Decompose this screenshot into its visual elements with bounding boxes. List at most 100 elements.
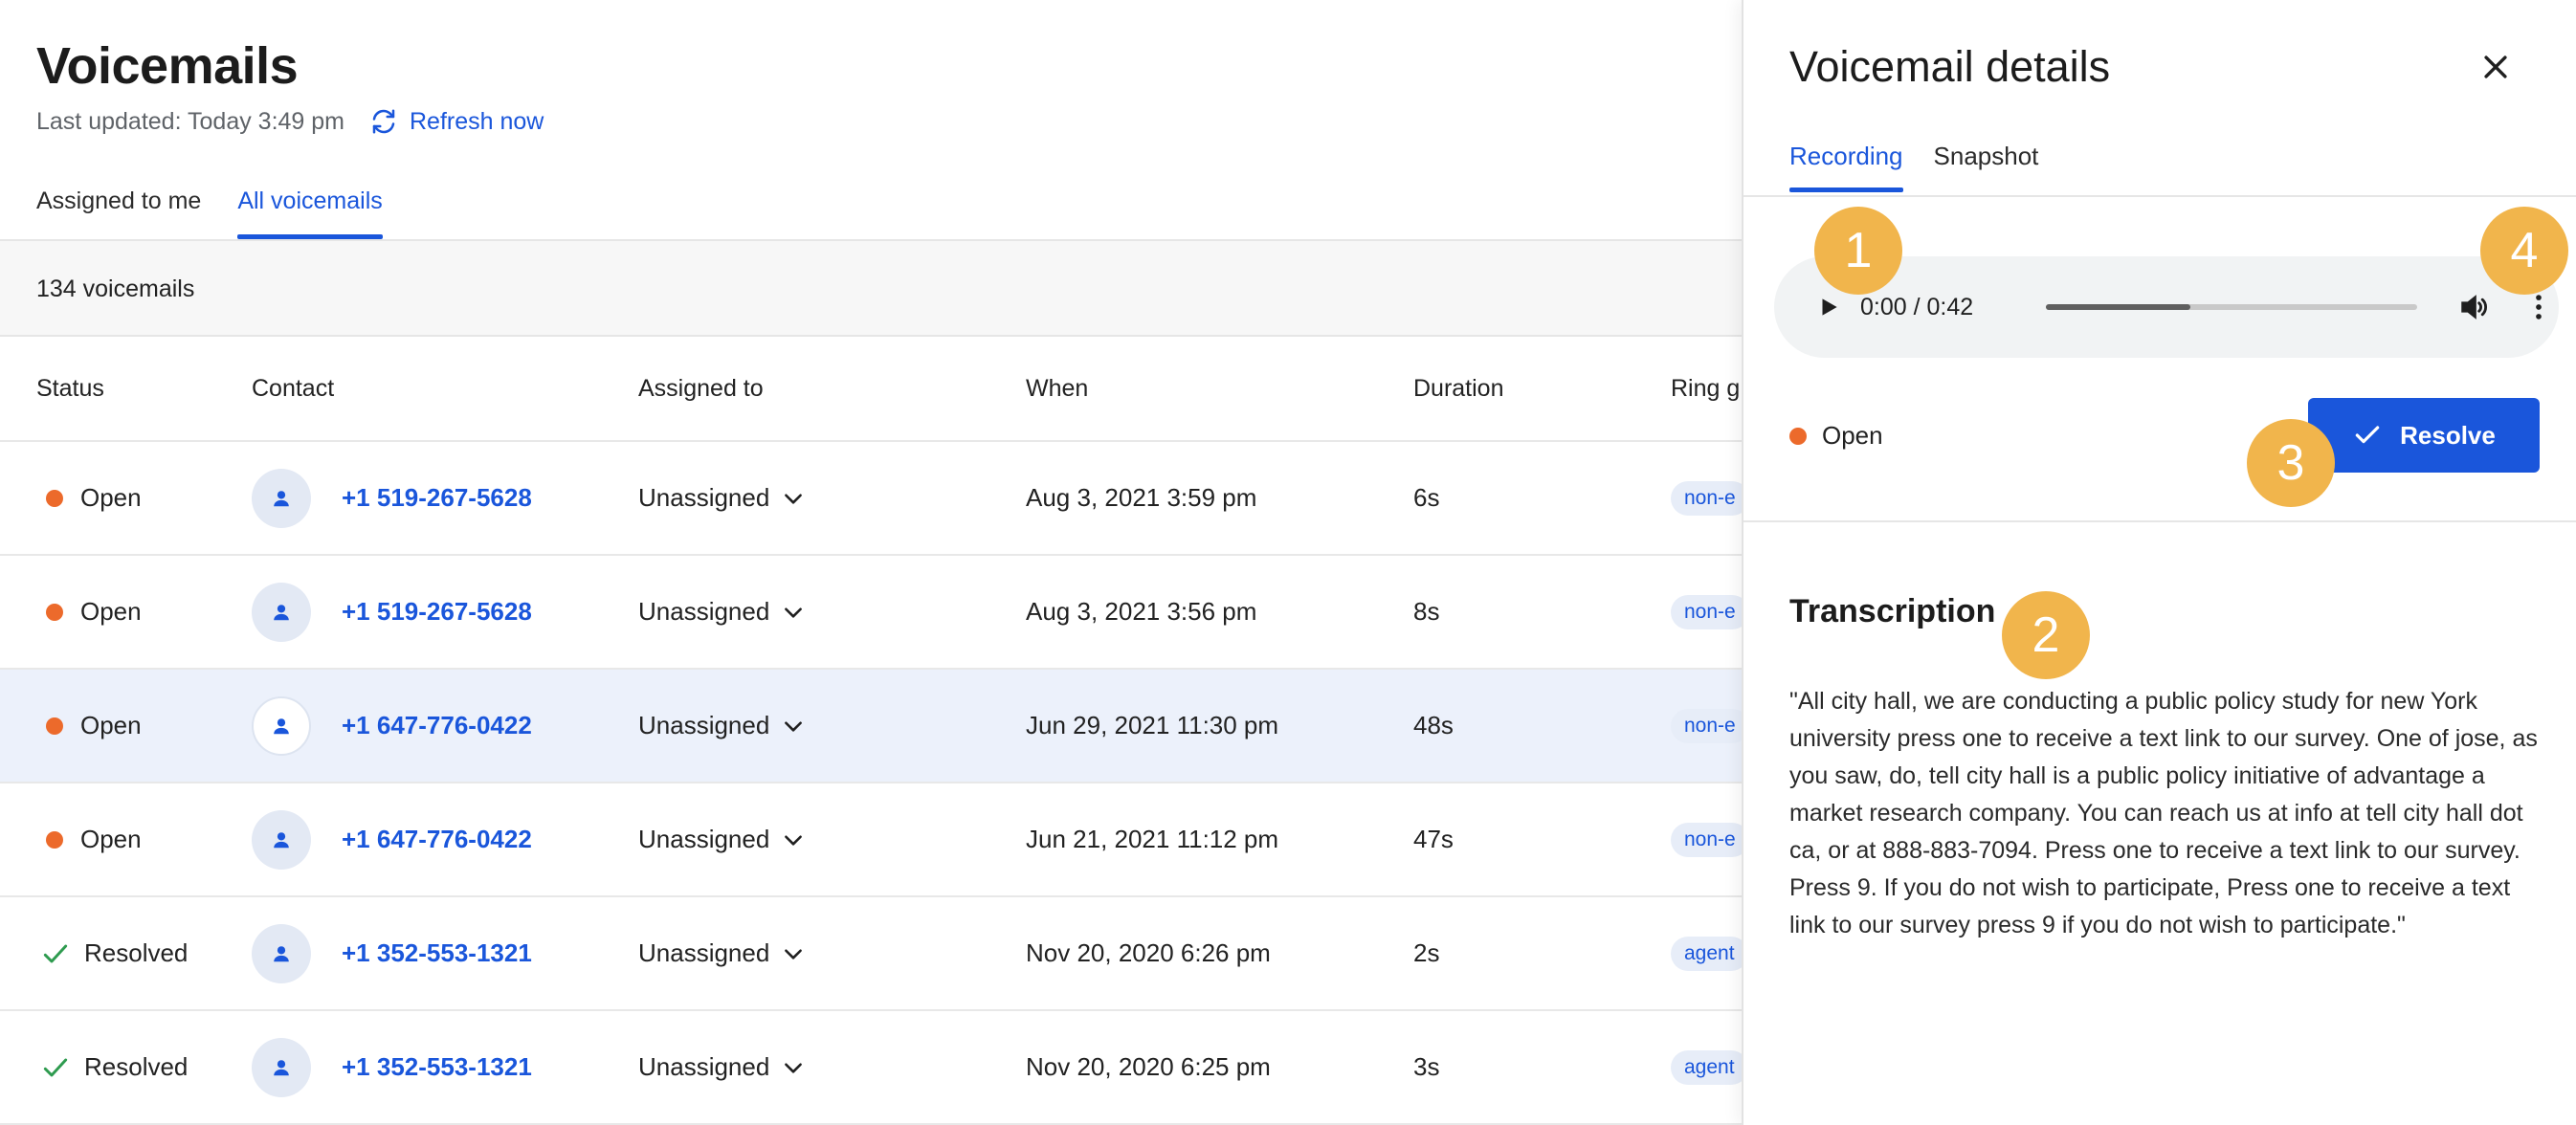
status-cell: Open xyxy=(36,556,142,668)
ring-group-chip: non-e xyxy=(1671,708,1742,743)
contact-cell: +1 647-776-0422 xyxy=(252,670,532,782)
refresh-now-label: Refresh now xyxy=(410,107,544,135)
status-cell: Resolved xyxy=(36,897,188,1009)
assigned-to-dropdown[interactable]: Unassigned xyxy=(638,897,806,1009)
column-header-duration[interactable]: Duration xyxy=(1413,337,1504,440)
play-icon[interactable] xyxy=(1816,295,1841,320)
assigned-to-dropdown[interactable]: Unassigned xyxy=(638,556,806,668)
contact-avatar xyxy=(252,468,311,528)
person-icon xyxy=(274,604,289,620)
status-label: Resolved xyxy=(84,1052,189,1081)
column-header-status[interactable]: Status xyxy=(36,337,104,440)
chevron-down-icon xyxy=(785,493,803,504)
contact-avatar xyxy=(252,923,311,983)
status-label: Open xyxy=(80,483,142,512)
table-row[interactable]: Open +1 647-776-0422 Unassigned Jun 21, 202… xyxy=(0,783,1742,897)
table-row[interactable]: Resolved +1 352-553-1321 Unassigned Nov 20,… xyxy=(0,897,1742,1011)
transcription-heading: Transcription xyxy=(1789,593,1996,629)
refresh-now-link[interactable]: Refresh now xyxy=(369,107,544,136)
playback-progress-track[interactable] xyxy=(2046,304,2417,310)
status-cell: Open xyxy=(36,442,142,554)
open-status-dot xyxy=(1789,427,1807,445)
callout-badge-3: 3 xyxy=(2247,419,2335,507)
when-cell: Aug 3, 2021 3:59 pm xyxy=(1026,483,1257,512)
table-row[interactable]: Open +1 519-267-5628 Unassigned Aug 3, 2021… xyxy=(0,556,1742,670)
playback-time: 0:00 / 0:42 xyxy=(1860,293,1974,320)
assigned-to-value: Unassigned xyxy=(638,938,770,967)
when-cell: Aug 3, 2021 3:56 pm xyxy=(1026,597,1257,626)
resolved-check-icon xyxy=(43,944,68,962)
table-row[interactable]: Resolved +1 352-553-1321 Unassigned Nov 20,… xyxy=(0,1011,1742,1125)
assigned-to-dropdown[interactable]: Unassigned xyxy=(638,783,806,895)
open-status-dot xyxy=(46,717,63,735)
chevron-down-icon xyxy=(785,948,803,960)
column-header-assigned-to[interactable]: Assigned to xyxy=(638,337,764,440)
column-header-contact[interactable]: Contact xyxy=(252,337,334,440)
duration-cell: 8s xyxy=(1413,597,1440,626)
close-panel-button[interactable] xyxy=(2476,48,2515,86)
contact-phone-link[interactable]: +1 647-776-0422 xyxy=(342,825,532,854)
contact-cell: +1 519-267-5628 xyxy=(252,442,532,554)
contact-avatar xyxy=(252,582,311,642)
voicemail-status: Open xyxy=(1789,421,1883,451)
contact-phone-link[interactable]: +1 352-553-1321 xyxy=(342,938,532,968)
last-updated-row: Last updated: Today 3:49 pm Refresh now xyxy=(36,107,544,136)
panel-section-divider xyxy=(1743,520,2576,522)
assigned-to-value: Unassigned xyxy=(638,483,770,512)
refresh-icon xyxy=(372,109,395,134)
chevron-down-icon xyxy=(785,1062,803,1073)
column-header-ring-group[interactable]: Ring g xyxy=(1671,337,1740,440)
open-status-dot xyxy=(46,830,63,849)
resolve-button[interactable]: Resolve xyxy=(2308,398,2540,473)
assigned-to-dropdown[interactable]: Unassigned xyxy=(638,670,806,782)
callout-badge-4: 4 xyxy=(2480,207,2568,295)
assigned-to-value: Unassigned xyxy=(638,711,770,739)
voicemail-tabs: Assigned to me All voicemails xyxy=(36,188,419,239)
ring-group-cell: agent xyxy=(1671,897,1742,1009)
page-title: Voicemails xyxy=(36,37,299,95)
chevron-down-icon xyxy=(785,607,803,618)
tab-all-voicemails[interactable]: All voicemails xyxy=(237,188,384,239)
status-label: Open xyxy=(80,711,142,739)
person-icon xyxy=(274,831,289,848)
ring-group-chip: non-e xyxy=(1671,594,1742,629)
status-cell: Resolved xyxy=(36,1011,188,1123)
when-cell: Jun 29, 2021 11:30 pm xyxy=(1026,711,1279,739)
tab-recording[interactable]: Recording xyxy=(1789,142,1903,192)
tab-snapshot[interactable]: Snapshot xyxy=(1934,142,2039,192)
ring-group-chip: agent xyxy=(1671,936,1742,971)
voicemail-status-label: Open xyxy=(1822,421,1883,450)
contact-cell: +1 519-267-5628 xyxy=(252,556,532,668)
ring-group-cell: non-e xyxy=(1671,556,1742,668)
contact-phone-link[interactable]: +1 519-267-5628 xyxy=(342,483,532,513)
contact-avatar xyxy=(252,1037,311,1097)
assigned-to-dropdown[interactable]: Unassigned xyxy=(638,1011,806,1123)
column-header-when[interactable]: When xyxy=(1026,337,1088,440)
panel-tabs: Recording Snapshot xyxy=(1789,142,2069,192)
volume-icon[interactable] xyxy=(2457,291,2490,323)
contact-cell: +1 647-776-0422 xyxy=(252,783,532,895)
assigned-to-value: Unassigned xyxy=(638,825,770,853)
table-row[interactable]: Open +1 519-267-5628 Unassigned Aug 3, 2021… xyxy=(0,442,1742,556)
callout-badge-1: 1 xyxy=(1814,207,1902,295)
duration-cell: 2s xyxy=(1413,938,1440,967)
status-label: Open xyxy=(80,825,142,853)
contact-phone-link[interactable]: +1 647-776-0422 xyxy=(342,711,532,740)
ring-group-cell: non-e xyxy=(1671,783,1742,895)
duration-cell: 6s xyxy=(1413,483,1440,512)
tab-assigned-to-me[interactable]: Assigned to me xyxy=(36,188,201,239)
person-icon xyxy=(274,1059,289,1075)
when-cell: Jun 21, 2021 11:12 pm xyxy=(1026,825,1279,853)
when-cell: Nov 20, 2020 6:26 pm xyxy=(1026,938,1271,967)
duration-cell: 47s xyxy=(1413,825,1454,853)
contact-phone-link[interactable]: +1 519-267-5628 xyxy=(342,597,532,627)
more-options-icon[interactable] xyxy=(2522,291,2555,323)
ring-group-chip: agent xyxy=(1671,1049,1742,1085)
transcription-text: "All city hall, we are conducting a publ… xyxy=(1789,688,2538,938)
table-row[interactable]: Open +1 647-776-0422 Unassigned Jun 29, 202… xyxy=(0,670,1742,783)
contact-phone-link[interactable]: +1 352-553-1321 xyxy=(342,1052,532,1082)
contact-avatar xyxy=(252,695,311,756)
assigned-to-dropdown[interactable]: Unassigned xyxy=(638,442,806,554)
contact-cell: +1 352-553-1321 xyxy=(252,1011,532,1123)
chevron-down-icon xyxy=(785,834,803,846)
